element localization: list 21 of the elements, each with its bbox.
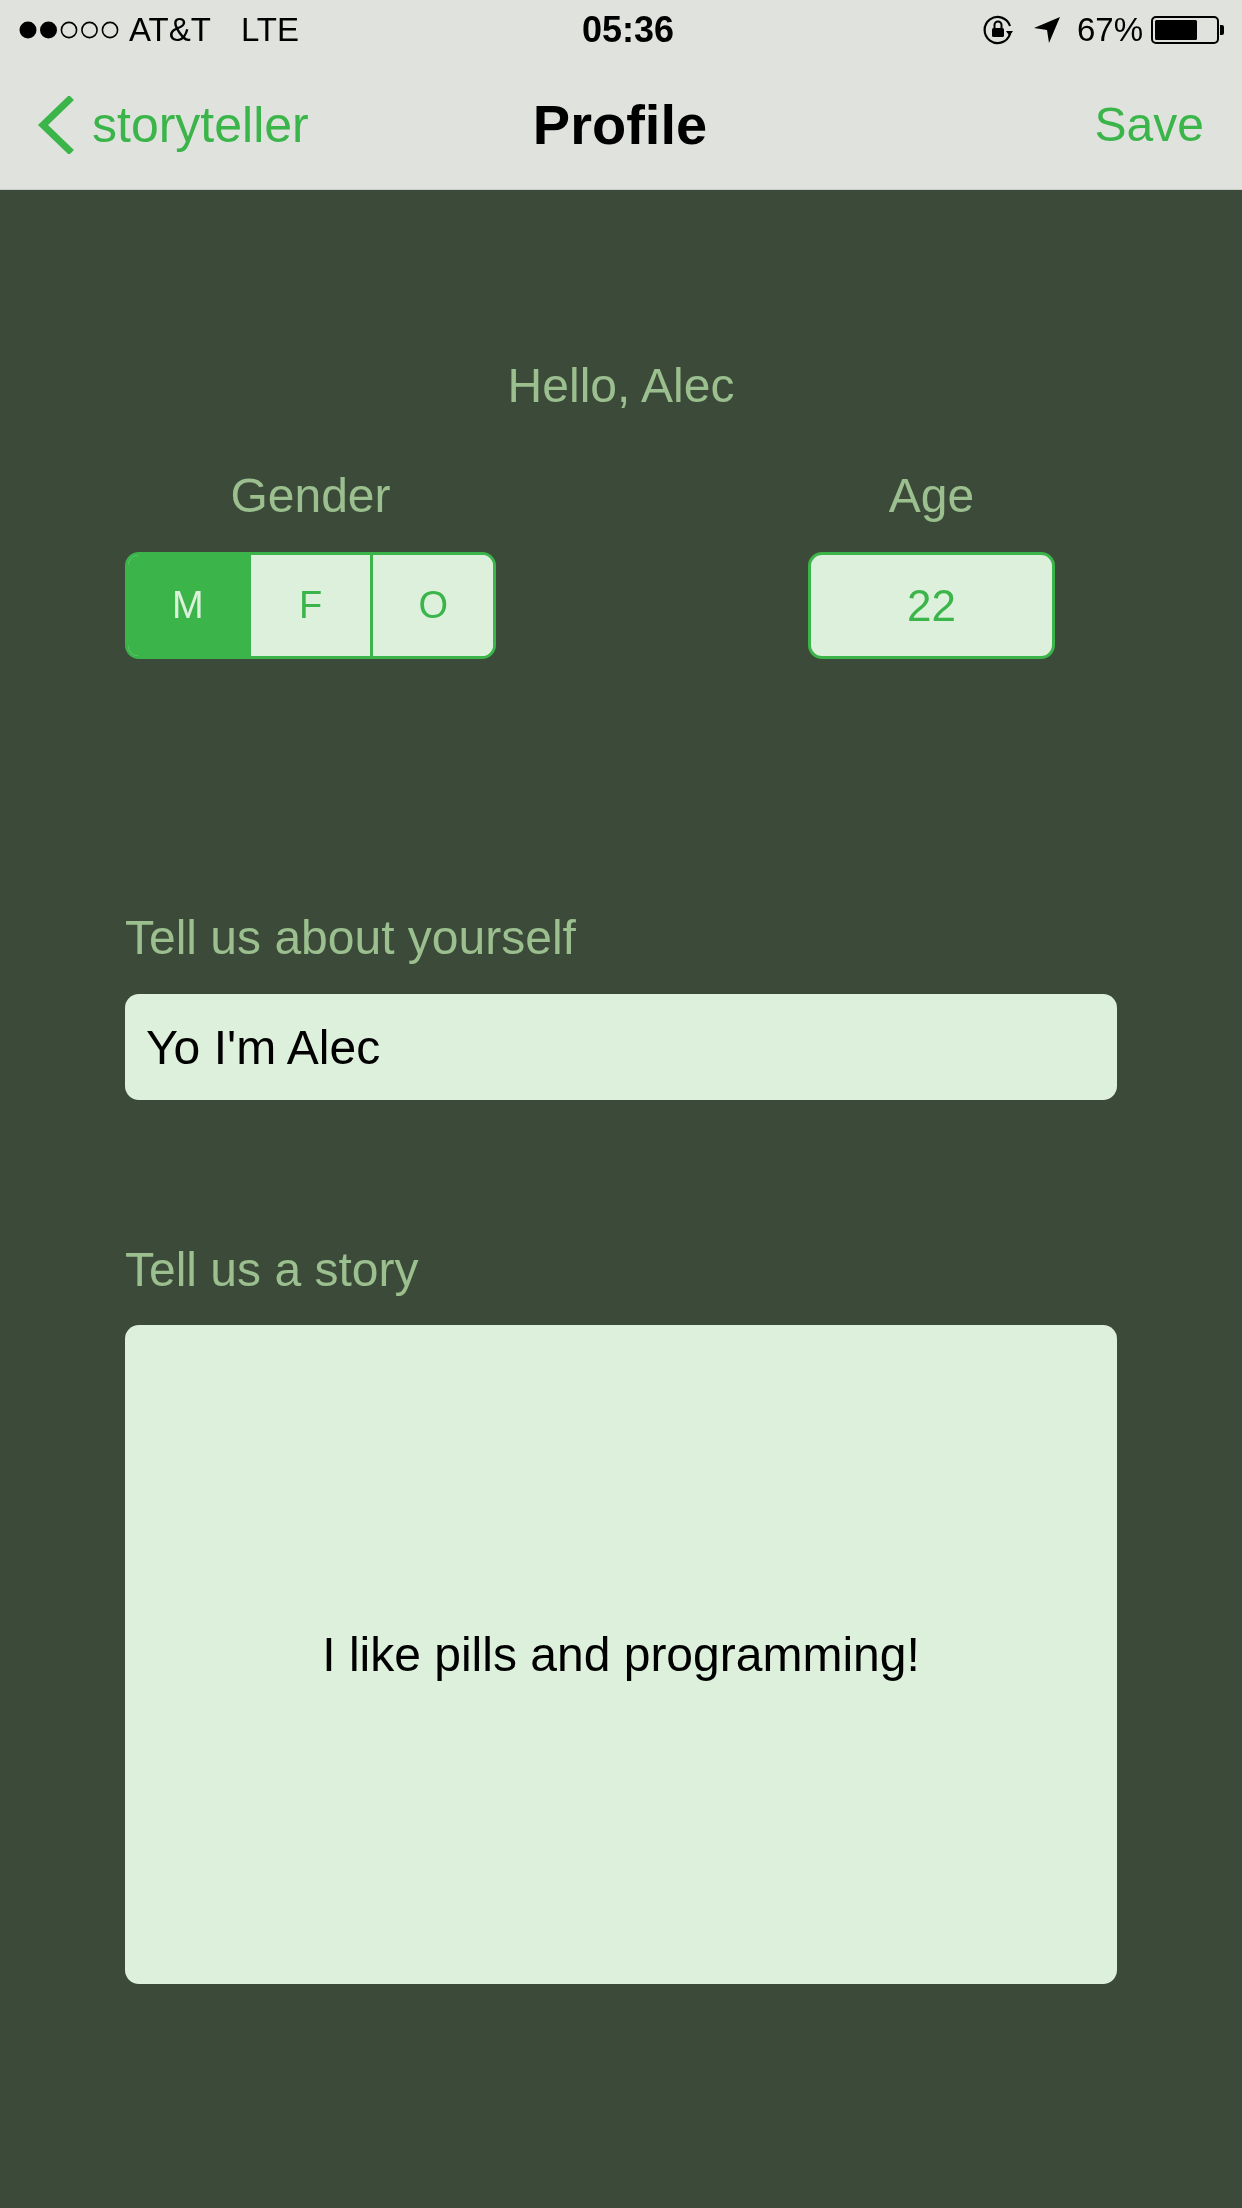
greeting-text: Hello, Alec	[506, 358, 736, 414]
story-field[interactable]: I like pills and programming!	[125, 1325, 1117, 1984]
about-field[interactable]: Yo I'm Alec	[125, 994, 1117, 1100]
gender-segment[interactable]: M	[128, 555, 248, 656]
battery-percent: 67%	[1076, 11, 1143, 49]
battery-icon	[1151, 16, 1225, 44]
gender-segment[interactable]: O	[370, 555, 493, 656]
location-arrow-icon	[1032, 16, 1061, 44]
about-label: Tell us about yourself	[125, 910, 577, 966]
gender-label: Gender	[230, 468, 391, 524]
signal-strength-icon	[19, 21, 119, 39]
screen-title: Profile	[532, 92, 708, 157]
network-type: LTE	[240, 11, 299, 49]
back-button[interactable]: storyteller	[36, 95, 309, 154]
status-time: 05:36	[580, 9, 675, 51]
chevron-left-icon	[36, 95, 74, 154]
story-label: Tell us a story	[125, 1242, 420, 1298]
age-label: Age	[888, 468, 975, 524]
carrier-name: AT&T	[129, 11, 211, 49]
age-field[interactable]: 22	[808, 552, 1055, 659]
save-button[interactable]: Save	[1094, 97, 1204, 152]
